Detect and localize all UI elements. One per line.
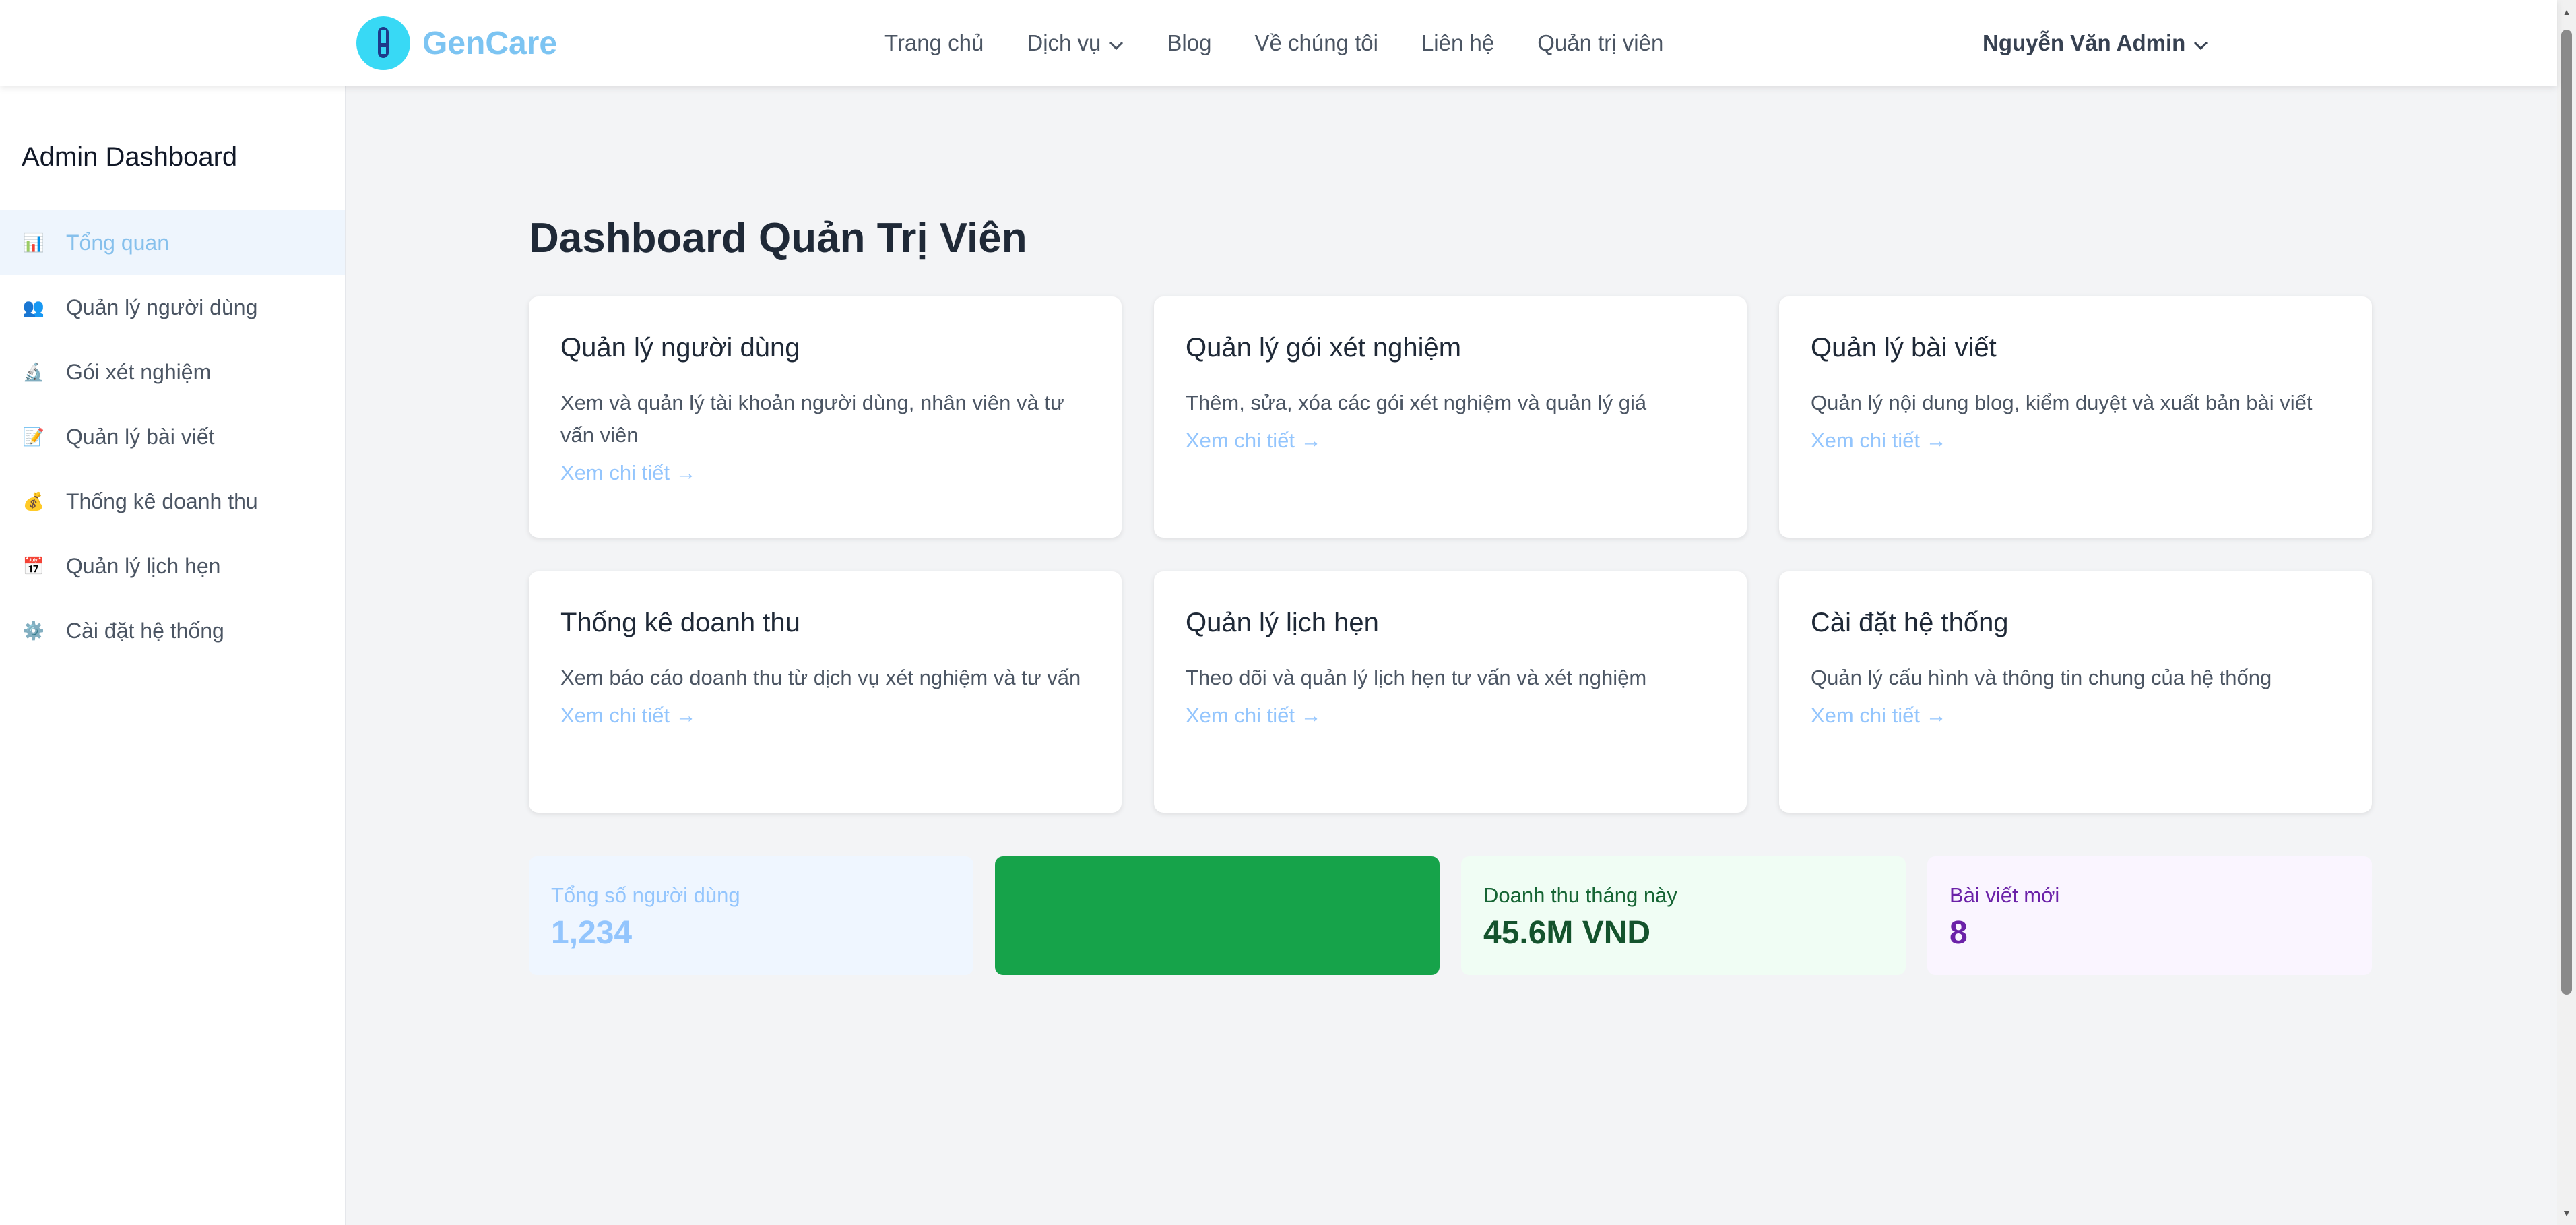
sidebar-menu: 📊 Tổng quan 👥 Quản lý người dùng 🔬 Gói xét ng… <box>0 210 345 663</box>
nav-about[interactable]: Về chúng tôi <box>1254 30 1378 56</box>
feature-card: Quản lý gói xét nghiệm Thêm, sửa, xóa các… <box>1154 296 1747 538</box>
card-description: Theo dõi và quản lý lịch hẹn tư vấn và x… <box>1186 666 1647 689</box>
view-details-link[interactable]: Xem chi tiết → <box>560 461 697 485</box>
sidebar-item-label: Quản lý lịch hẹn <box>66 553 221 578</box>
bar-chart-icon: 📊 <box>22 232 45 253</box>
sidebar-item-0[interactable]: 📊 Tổng quan <box>0 210 345 275</box>
view-details-link[interactable]: Xem chi tiết → <box>1811 703 1947 728</box>
card-title: Quản lý người dùng <box>560 333 800 363</box>
scroll-down-arrow-icon[interactable]: ▼ <box>2561 1207 2572 1218</box>
nav-blog-label: Blog <box>1167 30 1212 55</box>
main-nav: Trang chủ Dịch vụ Blog Về chúng tôi Liên… <box>884 0 1706 86</box>
nav-blog[interactable]: Blog <box>1167 30 1211 56</box>
brand-logo[interactable]: GenCare <box>356 16 557 70</box>
sidebar-item-3[interactable]: 📝 Quản lý bài viết <box>0 404 345 469</box>
chevron-down-icon <box>2193 30 2208 56</box>
sidebar-item-4[interactable]: 💰 Thống kê doanh thu <box>0 469 345 534</box>
microscope-icon: 🔬 <box>22 361 45 382</box>
card-description: Xem và quản lý tài khoản người dùng, nhâ… <box>560 391 1064 447</box>
feature-card: Quản lý người dùng Xem và quản lý tài kho… <box>529 296 1122 538</box>
nav-services-label: Dịch vụ <box>1027 30 1101 55</box>
stat-value: 8 <box>1950 915 1968 951</box>
feature-card: Thống kê doanh thu Xem báo cáo doanh thu … <box>529 571 1122 813</box>
nav-home-label: Trang chủ <box>884 30 984 55</box>
card-title: Quản lý gói xét nghiệm <box>1186 333 1462 363</box>
stat-card: Doanh thu tháng này 45.6M VND <box>1461 856 1906 975</box>
sidebar-title: Admin Dashboard <box>22 142 238 172</box>
nav-about-label: Về chúng tôi <box>1254 30 1378 55</box>
view-details-link[interactable]: Xem chi tiết → <box>1186 429 1322 453</box>
stat-label: Bài viết mới <box>1950 883 2060 907</box>
card-description: Xem báo cáo doanh thu từ dịch vụ xét ngh… <box>560 666 1081 689</box>
nav-admin[interactable]: Quản trị viên <box>1537 30 1663 56</box>
chevron-down-icon <box>1109 30 1124 56</box>
card-title: Quản lý lịch hẹn <box>1186 608 1379 637</box>
sidebar-item-label: Gói xét nghiệm <box>66 359 212 384</box>
sidebar-item-2[interactable]: 🔬 Gói xét nghiệm <box>0 340 345 404</box>
sidebar-item-5[interactable]: 📅 Quản lý lịch hẹn <box>0 534 345 598</box>
stat-card: Bài viết mới 8 <box>1927 856 2372 975</box>
stat-card <box>995 856 1440 975</box>
calendar-icon: 📅 <box>22 555 45 576</box>
feature-card: Quản lý lịch hẹn Theo dõi và quản lý lịch… <box>1154 571 1747 813</box>
nav-contact-label: Liên hệ <box>1421 30 1495 55</box>
page-title: Dashboard Quản Trị Viên <box>529 215 1027 261</box>
sidebar-item-label: Thống kê doanh thu <box>66 489 258 513</box>
scroll-up-arrow-icon[interactable]: ▲ <box>2561 7 2572 18</box>
nav-services[interactable]: Dịch vụ <box>1027 30 1124 56</box>
money-bag-icon: 💰 <box>22 491 45 511</box>
nav-admin-label: Quản trị viên <box>1537 30 1664 55</box>
view-details-link[interactable]: Xem chi tiết → <box>1186 703 1322 728</box>
stat-label: Tổng số người dùng <box>551 883 740 907</box>
card-description: Quản lý cấu hình và thông tin chung của … <box>1811 666 2272 689</box>
users-icon: 👥 <box>22 296 45 317</box>
feature-card: Cài đặt hệ thống Quản lý cấu hình và thôn… <box>1779 571 2372 813</box>
stat-value: 45.6M VND <box>1483 915 1651 951</box>
sidebar-item-label: Quản lý bài viết <box>66 424 215 449</box>
sidebar-item-1[interactable]: 👥 Quản lý người dùng <box>0 275 345 340</box>
card-title: Cài đặt hệ thống <box>1811 608 2009 637</box>
card-title: Thống kê doanh thu <box>560 608 800 637</box>
sidebar-item-label: Tổng quan <box>66 230 170 255</box>
stat-card: Tổng số người dùng 1,234 <box>529 856 973 975</box>
sidebar: Admin Dashboard 📊 Tổng quan 👥 Quản lý người… <box>0 86 346 1225</box>
nav-contact[interactable]: Liên hệ <box>1421 30 1494 56</box>
stat-value: 1,234 <box>551 915 633 951</box>
user-name: Nguyễn Văn Admin <box>1983 30 2186 55</box>
memo-icon: 📝 <box>22 426 45 447</box>
sidebar-item-label: Quản lý người dùng <box>66 294 258 319</box>
card-description: Quản lý nội dung blog, kiểm duyệt và xuấ… <box>1811 391 2313 414</box>
scrollbar-thumb[interactable] <box>2561 30 2572 995</box>
feature-card: Quản lý bài viết Quản lý nội dung blog, k… <box>1779 296 2372 538</box>
card-title: Quản lý bài viết <box>1811 333 1997 363</box>
stat-label: Doanh thu tháng này <box>1483 883 1677 907</box>
view-details-link[interactable]: Xem chi tiết → <box>1811 429 1947 453</box>
top-navbar: GenCare Trang chủ Dịch vụ Blog Về chúng … <box>0 0 2557 86</box>
sidebar-item-6[interactable]: ⚙️ Cài đặt hệ thống <box>0 598 345 663</box>
user-menu[interactable]: Nguyễn Văn Admin <box>1983 0 2208 86</box>
sidebar-item-label: Cài đặt hệ thống <box>66 618 224 643</box>
card-description: Thêm, sửa, xóa các gói xét nghiệm và quả… <box>1186 391 1647 414</box>
view-details-link[interactable]: Xem chi tiết → <box>560 703 697 728</box>
test-tube-icon <box>356 16 410 70</box>
nav-home[interactable]: Trang chủ <box>884 30 984 56</box>
brand-name: GenCare <box>422 25 558 61</box>
gear-icon: ⚙️ <box>22 620 45 641</box>
